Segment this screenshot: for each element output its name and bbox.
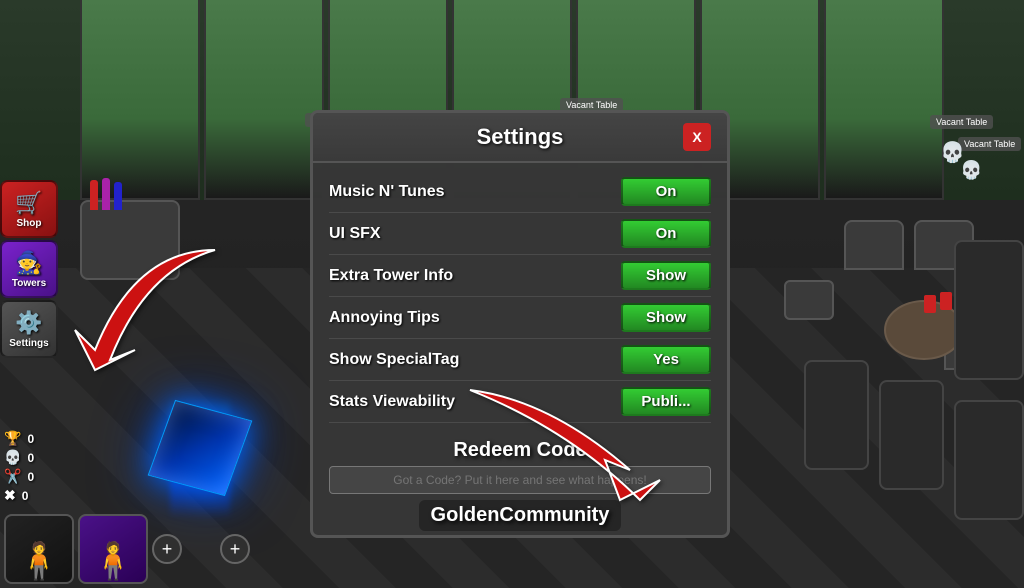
character-sprite-3: 💀 bbox=[960, 160, 982, 181]
chair-2 bbox=[844, 220, 904, 270]
statsview-toggle-btn[interactable]: Publi... bbox=[621, 387, 711, 416]
stat-row-x: ✖ 0 bbox=[4, 487, 34, 504]
stats-area: 🏆 0 💀 0 ✂️ 0 ✖ 0 bbox=[0, 426, 38, 508]
large-chair-3 bbox=[879, 380, 944, 490]
scissors-icon: ✂️ bbox=[4, 468, 21, 485]
settings-body: Music N' Tunes On UI SFX On Extra Tower … bbox=[313, 163, 727, 431]
player-cards: 🧍 🧍 + + bbox=[0, 510, 254, 588]
large-chair-2 bbox=[954, 400, 1024, 520]
trophy-icon: 🏆 bbox=[4, 430, 21, 447]
stat-value-trophy: 0 bbox=[27, 432, 34, 446]
setting-row-statsview: Stats Viewability Publi... bbox=[329, 381, 711, 423]
cube-body bbox=[148, 400, 253, 496]
redeem-code-value: GoldenCommunity bbox=[419, 500, 622, 531]
shop-label: Shop bbox=[17, 218, 42, 229]
player-2-sprite: 🧍 bbox=[91, 540, 136, 582]
music-toggle-btn[interactable]: On bbox=[621, 177, 711, 206]
setting-label-uisfx: UI SFX bbox=[329, 225, 381, 243]
player-card-2: 🧍 bbox=[78, 514, 148, 584]
left-furniture bbox=[80, 200, 200, 400]
annoyingtips-toggle-btn[interactable]: Show bbox=[621, 303, 711, 332]
setting-label-statsview: Stats Viewability bbox=[329, 393, 455, 411]
cup-2 bbox=[924, 295, 936, 313]
chair-4 bbox=[784, 280, 834, 320]
stat-value-scissors: 0 bbox=[27, 470, 34, 484]
towers-button[interactable]: 🧙 Towers bbox=[0, 240, 58, 298]
stat-value-skull: 0 bbox=[27, 451, 34, 465]
stat-row-skull: 💀 0 bbox=[4, 449, 34, 466]
skull-icon: 💀 bbox=[4, 449, 21, 466]
player-1-sprite: 🧍 bbox=[17, 540, 62, 582]
modal-title: Settings bbox=[357, 124, 683, 150]
bottle-red bbox=[90, 180, 98, 210]
settings-button[interactable]: ⚙️ Settings bbox=[0, 300, 58, 358]
settings-icon: ⚙️ bbox=[15, 310, 42, 336]
sidebar: 🛒 Shop 🧙 Towers ⚙️ Settings bbox=[0, 180, 62, 358]
bottle-purple bbox=[102, 178, 110, 210]
setting-row-uisfx: UI SFX On bbox=[329, 213, 711, 255]
shop-icon: 🛒 bbox=[15, 190, 42, 216]
stat-row-scissors: ✂️ 0 bbox=[4, 468, 34, 485]
cup-1 bbox=[940, 292, 952, 310]
setting-row-specialtag: Show SpecialTag Yes bbox=[329, 339, 711, 381]
large-chair-4 bbox=[804, 360, 869, 470]
setting-label-extratower: Extra Tower Info bbox=[329, 267, 453, 285]
x-icon: ✖ bbox=[4, 487, 16, 504]
uisfx-toggle-btn[interactable]: On bbox=[621, 219, 711, 248]
towers-icon: 🧙 bbox=[15, 250, 42, 276]
left-table bbox=[80, 200, 180, 280]
stat-value-x: 0 bbox=[22, 489, 29, 503]
window-pane bbox=[204, 0, 324, 200]
redeem-section: Redeem Code GoldenCommunity bbox=[313, 431, 727, 535]
setting-row-annoyingtips: Annoying Tips Show bbox=[329, 297, 711, 339]
add-player-btn-1[interactable]: + bbox=[152, 534, 182, 564]
setting-label-annoyingtips: Annoying Tips bbox=[329, 309, 440, 327]
settings-label: Settings bbox=[9, 338, 48, 349]
setting-label-music: Music N' Tunes bbox=[329, 183, 445, 201]
window-pane bbox=[824, 0, 944, 200]
stat-row-trophy: 🏆 0 bbox=[4, 430, 34, 447]
large-chair-1 bbox=[954, 240, 1024, 380]
setting-row-music: Music N' Tunes On bbox=[329, 171, 711, 213]
player-card-1: 🧍 bbox=[4, 514, 74, 584]
setting-row-extratower: Extra Tower Info Show bbox=[329, 255, 711, 297]
vacant-table-label-3: Vacant Table bbox=[930, 115, 993, 129]
shop-button[interactable]: 🛒 Shop bbox=[0, 180, 58, 238]
towers-label: Towers bbox=[12, 278, 46, 289]
redeem-title: Redeem Code bbox=[329, 439, 711, 462]
setting-label-specialtag: Show SpecialTag bbox=[329, 351, 459, 369]
right-furniture bbox=[684, 180, 1024, 560]
glow-cube bbox=[160, 408, 260, 508]
window-pane bbox=[80, 0, 200, 200]
settings-modal: Settings X Music N' Tunes On UI SFX On E… bbox=[310, 110, 730, 538]
modal-header: Settings X bbox=[313, 113, 727, 163]
bottle-blue bbox=[114, 182, 122, 210]
modal-close-button[interactable]: X bbox=[683, 123, 711, 151]
specialtag-toggle-btn[interactable]: Yes bbox=[621, 345, 711, 374]
add-player-btn-2[interactable]: + bbox=[220, 534, 250, 564]
redeem-code-input[interactable] bbox=[329, 466, 711, 494]
extratower-toggle-btn[interactable]: Show bbox=[621, 261, 711, 290]
vacant-table-label-4: Vacant Table bbox=[958, 137, 1021, 151]
